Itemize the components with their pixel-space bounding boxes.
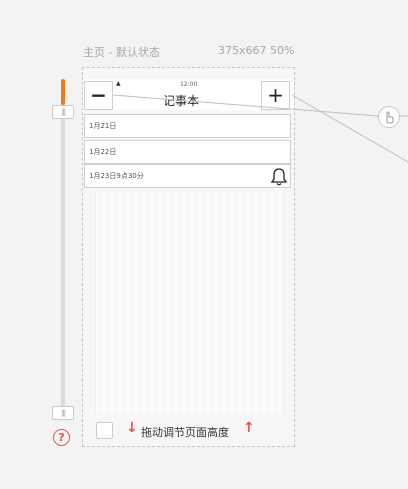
connector-lines	[112, 94, 408, 163]
hand-pointer-icon	[378, 106, 400, 128]
